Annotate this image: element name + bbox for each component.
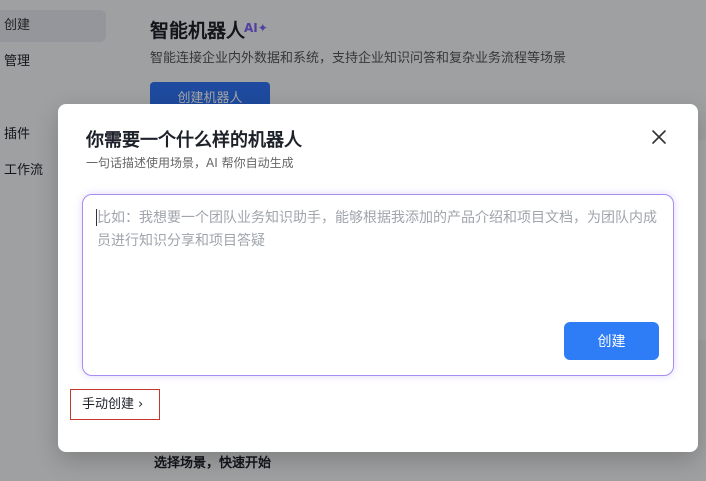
create-bot-dialog: 你需要一个什么样的机器人 一句话描述使用场景，AI 帮你自动生成 创建 手动创建… — [58, 104, 698, 452]
text-caret — [96, 209, 97, 226]
chevron-right-icon: › — [138, 397, 144, 412]
dialog-subtitle: 一句话描述使用场景，AI 帮你自动生成 — [86, 156, 294, 170]
dialog-title: 你需要一个什么样的机器人 — [86, 130, 302, 151]
prompt-input[interactable] — [95, 205, 665, 309]
manual-create-link[interactable]: 手动创建 › — [70, 389, 160, 420]
manual-create-label: 手动创建 — [82, 397, 135, 412]
prompt-box: 创建 — [82, 194, 674, 376]
close-icon[interactable] — [648, 126, 670, 148]
create-button[interactable]: 创建 — [564, 322, 659, 360]
